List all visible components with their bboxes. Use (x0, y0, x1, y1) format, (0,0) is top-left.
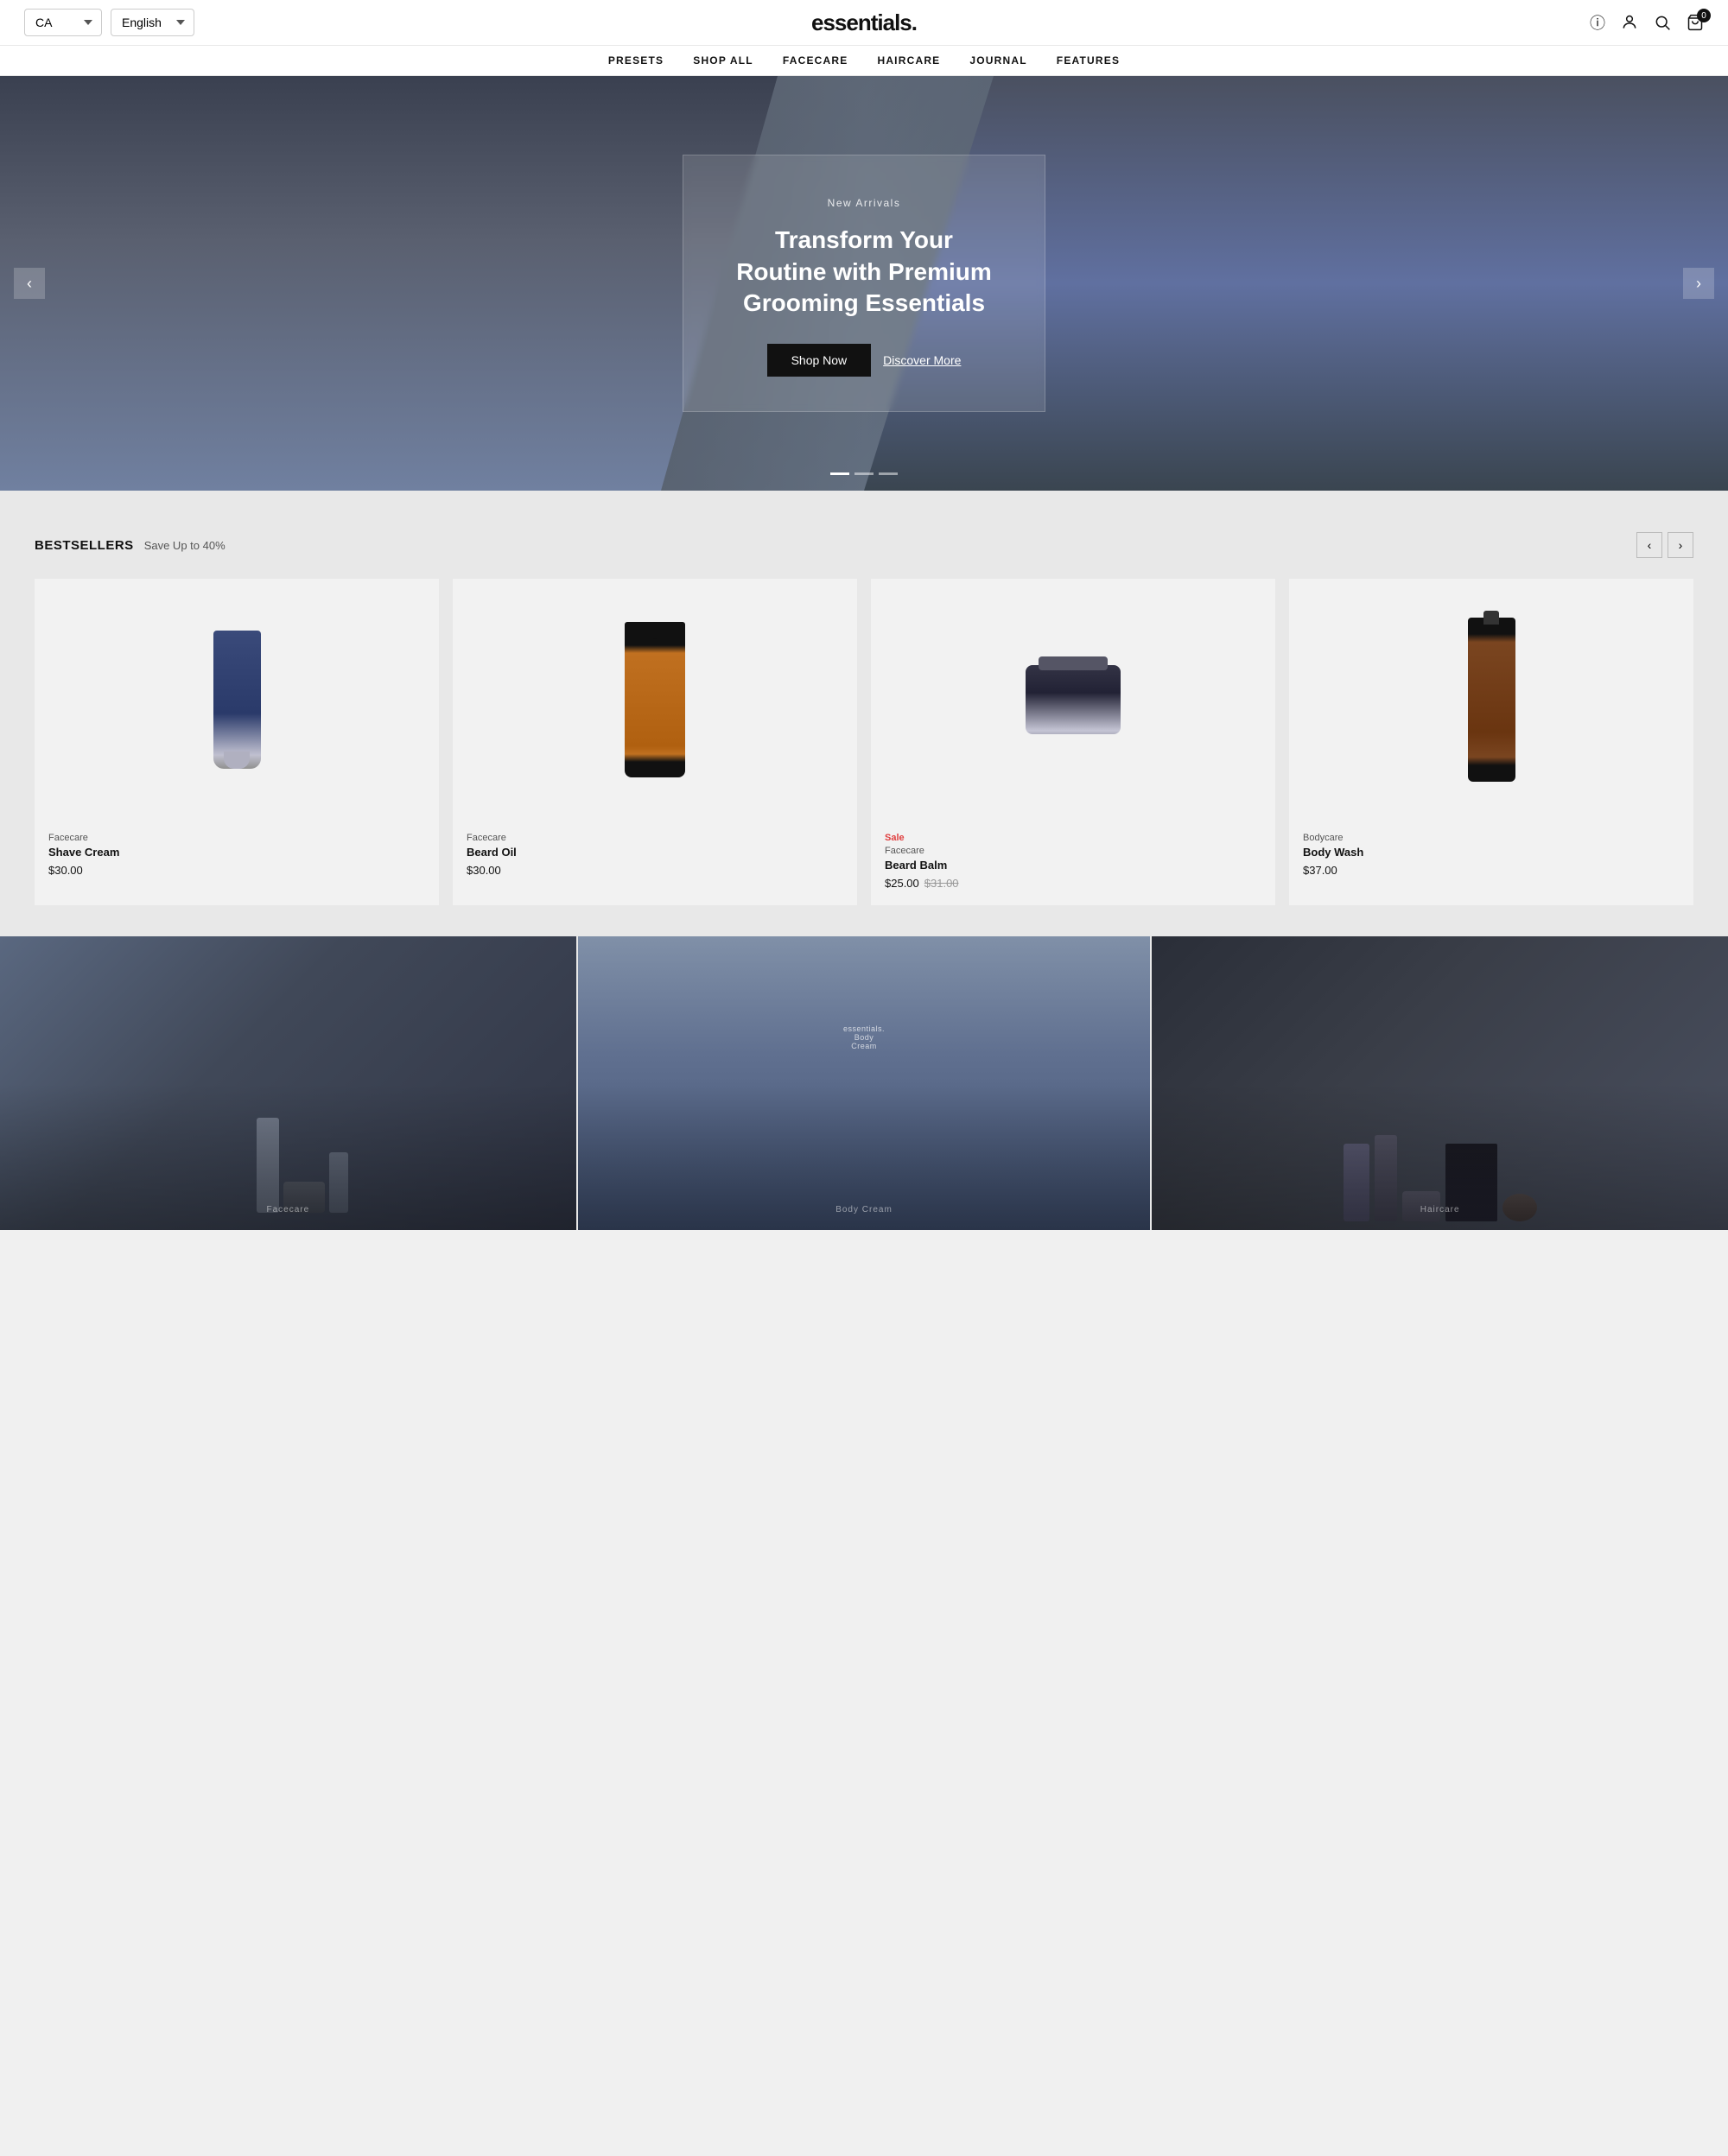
chevron-right-icon: › (1679, 538, 1683, 552)
section-title: BESTSELLERS (35, 538, 134, 553)
product-price: $30.00 (48, 864, 425, 877)
feature-panel-bodycream[interactable]: essentials.BodyCream Body Cream (576, 936, 1153, 1230)
nav-item-journal[interactable]: JOURNAL (969, 54, 1026, 67)
products-grid: Facecare Shave Cream $30.00 Facecare Bea… (35, 579, 1693, 905)
header-actions: ⓘ 0 (1590, 11, 1704, 34)
language-select[interactable]: English French Spanish (111, 9, 194, 36)
product-info-beard-oil: Facecare Beard Oil $30.00 (453, 821, 857, 892)
shave-cream-illustration (213, 631, 261, 769)
bodycream-overlay (578, 936, 1151, 1230)
account-button[interactable] (1621, 14, 1638, 31)
nav-item-haircare[interactable]: HAIRCARE (877, 54, 940, 67)
product-name: Shave Cream (48, 846, 425, 859)
product-name: Beard Balm (885, 859, 1261, 872)
product-name: Beard Oil (467, 846, 843, 859)
info-button[interactable]: ⓘ (1590, 11, 1605, 34)
feature-panel-bodycream-label: Body Cream (835, 1205, 893, 1214)
search-button[interactable] (1654, 14, 1671, 31)
product-info-body-wash: Bodycare Body Wash $37.00 (1289, 821, 1693, 892)
chevron-right-icon: › (1696, 275, 1701, 293)
product-image-shave-cream (35, 579, 439, 821)
product-info-beard-balm: Sale Facecare Beard Balm $25.00 $31.00 (871, 821, 1275, 905)
hero-section: ‹ New Arrivals Transform Your Routine wi… (0, 76, 1728, 491)
nav-item-presets[interactable]: PRESETS (608, 54, 664, 67)
product-image-beard-oil (453, 579, 857, 821)
hero-prev-button[interactable]: ‹ (14, 268, 45, 299)
feature-panel-facecare[interactable]: Facecare (0, 936, 576, 1230)
section-navigation: ‹ › (1636, 532, 1693, 558)
nav-item-shop-all[interactable]: SHOP ALL (693, 54, 753, 67)
haircare-overlay (1152, 936, 1728, 1230)
cart-button[interactable]: 0 (1687, 14, 1704, 31)
hero-actions: Shop Now Discover More (735, 344, 993, 377)
product-name: Body Wash (1303, 846, 1680, 859)
product-card-body-wash[interactable]: Bodycare Body Wash $37.00 (1289, 579, 1693, 905)
main-navigation: PRESETS SHOP ALL FACECARE HAIRCARE JOURN… (0, 46, 1728, 76)
product-info-shave-cream: Facecare Shave Cream $30.00 (35, 821, 439, 892)
account-icon (1621, 14, 1638, 31)
feature-panel-haircare[interactable]: Haircare (1152, 936, 1728, 1230)
feature-panel-facecare-label: Facecare (266, 1205, 309, 1214)
hero-next-button[interactable]: › (1683, 268, 1714, 299)
top-bar: CA US UK AU English French Spanish essen… (0, 0, 1728, 46)
product-price: $30.00 (467, 864, 843, 877)
product-category: Bodycare (1303, 833, 1680, 843)
hero-figure-left (0, 76, 778, 491)
feature-grid: Facecare essentials.BodyCream Body Cream… (0, 936, 1728, 1230)
info-icon: ⓘ (1590, 11, 1605, 34)
shop-now-button[interactable]: Shop Now (767, 344, 872, 377)
product-category: Facecare (885, 846, 1261, 856)
section-next-button[interactable]: › (1668, 532, 1693, 558)
facecare-overlay (0, 936, 576, 1230)
body-wash-illustration (1468, 618, 1515, 782)
section-title-group: BESTSELLERS Save Up to 40% (35, 538, 226, 553)
hero-dots (830, 472, 898, 475)
product-card-beard-balm[interactable]: Sale Facecare Beard Balm $25.00 $31.00 (871, 579, 1275, 905)
product-price: $37.00 (1303, 864, 1680, 877)
discover-more-button[interactable]: Discover More (883, 353, 961, 367)
product-category: Facecare (467, 833, 843, 843)
product-original-price: $31.00 (924, 877, 959, 890)
product-image-body-wash (1289, 579, 1693, 821)
product-image-beard-balm (871, 579, 1275, 821)
bestsellers-section: BESTSELLERS Save Up to 40% ‹ › Facecare … (0, 491, 1728, 936)
feature-panel-haircare-label: Haircare (1420, 1205, 1460, 1214)
product-price: $25.00 (885, 877, 919, 890)
product-card-shave-cream[interactable]: Facecare Shave Cream $30.00 (35, 579, 439, 905)
hero-label: New Arrivals (735, 197, 993, 209)
nav-item-facecare[interactable]: FACECARE (783, 54, 848, 67)
section-prev-button[interactable]: ‹ (1636, 532, 1662, 558)
beard-balm-illustration (1026, 665, 1121, 734)
product-card-beard-oil[interactable]: Facecare Beard Oil $30.00 (453, 579, 857, 905)
chevron-left-icon: ‹ (1648, 538, 1652, 552)
nav-item-features[interactable]: FEATURES (1057, 54, 1120, 67)
section-subtitle: Save Up to 40% (144, 539, 226, 552)
region-selectors: CA US UK AU English French Spanish (24, 9, 194, 36)
beard-oil-illustration (625, 622, 685, 777)
country-select[interactable]: CA US UK AU (24, 9, 102, 36)
hero-title: Transform Your Routine with Premium Groo… (735, 225, 993, 319)
hero-card: New Arrivals Transform Your Routine with… (683, 155, 1045, 411)
section-header: BESTSELLERS Save Up to 40% ‹ › (35, 532, 1693, 558)
brand-logo[interactable]: essentials. (811, 10, 917, 36)
sale-badge: Sale (885, 833, 1261, 843)
cart-badge: 0 (1697, 9, 1711, 22)
hero-dot-3[interactable] (879, 472, 898, 475)
chevron-left-icon: ‹ (27, 275, 32, 293)
product-category: Facecare (48, 833, 425, 843)
hero-dot-2[interactable] (854, 472, 874, 475)
search-icon (1654, 14, 1671, 31)
hero-dot-1[interactable] (830, 472, 849, 475)
